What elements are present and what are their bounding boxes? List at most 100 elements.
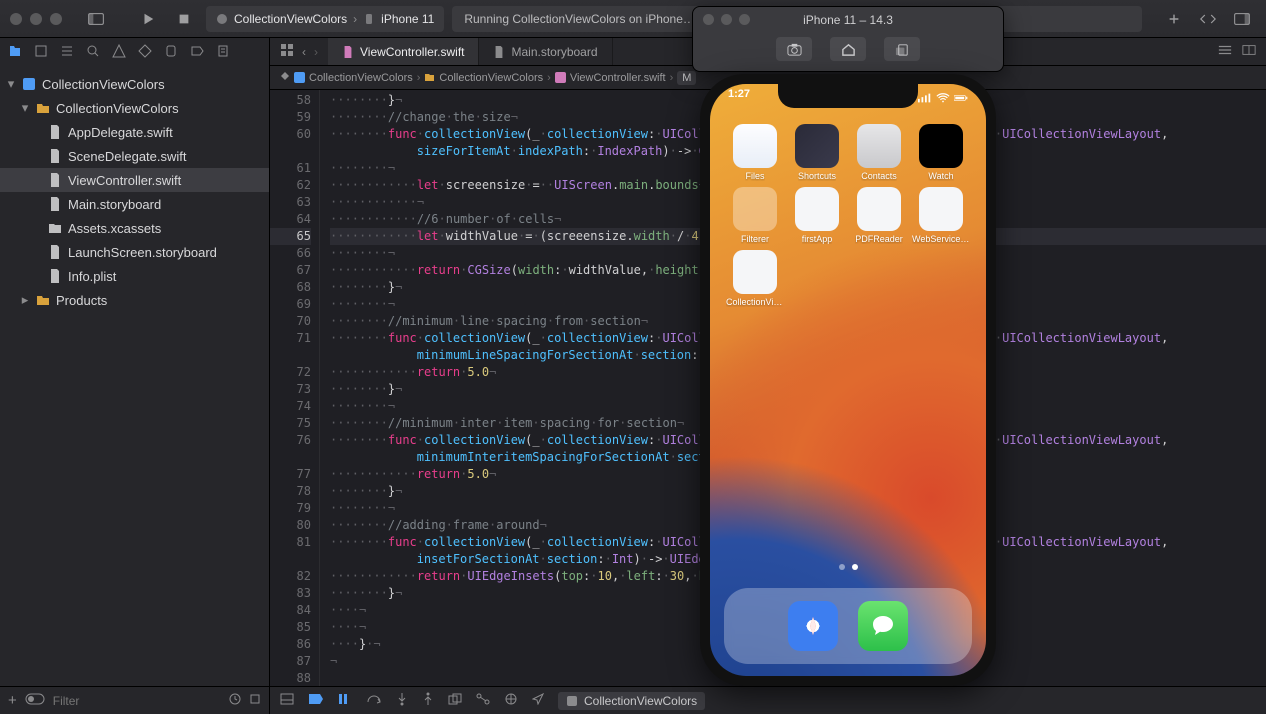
scm-filter-button[interactable] <box>25 693 45 708</box>
simulator-device-frame: 1:27 FilesShortcutsContactsWatch Filtere… <box>700 74 996 686</box>
page-indicator[interactable] <box>710 564 986 570</box>
library-add-button[interactable] <box>1160 8 1188 30</box>
scheme-target-label: CollectionViewColors <box>234 12 347 26</box>
symbol-navigator-tab[interactable] <box>60 44 74 61</box>
app-webserviceios[interactable]: WebServiceIOS <box>912 187 970 244</box>
rotate-button[interactable] <box>884 37 920 61</box>
project-navigator-tab[interactable] <box>8 44 22 61</box>
simulator-toolbar <box>693 33 1003 65</box>
file-appdelegate[interactable]: AppDelegate.swift <box>0 120 269 144</box>
app-contacts[interactable]: Contacts <box>850 124 908 181</box>
file-assets[interactable]: Assets.xcassets <box>0 216 269 240</box>
app-files[interactable]: Files <box>726 124 784 181</box>
environment-overrides-button[interactable] <box>504 693 518 708</box>
disclosure-triangle-icon[interactable]: ▾ <box>20 100 30 116</box>
app-collectionview[interactable]: CollectionView… <box>726 250 784 307</box>
minimize-window-button[interactable] <box>30 13 42 25</box>
app-label: Watch <box>928 171 953 181</box>
code-review-button[interactable] <box>1194 8 1222 30</box>
sim-zoom-button[interactable] <box>739 14 750 25</box>
inspector-toggle-button[interactable] <box>1228 8 1256 30</box>
source-control-navigator-tab[interactable] <box>34 44 48 61</box>
tab-label: ViewController.swift <box>360 45 464 59</box>
sim-minimize-button[interactable] <box>721 14 732 25</box>
step-over-button[interactable] <box>366 693 382 708</box>
scm-status-filter-icon[interactable] <box>249 693 261 708</box>
debug-memory-graph-button[interactable] <box>476 693 490 708</box>
tab-viewcontroller[interactable]: ViewController.swift <box>328 38 479 65</box>
file-label: AppDelegate.swift <box>68 125 173 140</box>
products-group[interactable]: ▸ Products <box>0 288 269 312</box>
simulate-location-button[interactable] <box>532 693 544 708</box>
file-label: Main.storyboard <box>68 197 161 212</box>
file-launchscreenstoryboard[interactable]: LaunchScreen.storyboard <box>0 240 269 264</box>
close-window-button[interactable] <box>10 13 22 25</box>
file-infoplist[interactable]: Info.plist <box>0 264 269 288</box>
recent-filter-icon[interactable] <box>229 693 241 708</box>
file-label: LaunchScreen.storyboard <box>68 245 217 260</box>
app-watch[interactable]: Watch <box>912 124 970 181</box>
file-label: Info.plist <box>68 269 116 284</box>
group-label: CollectionViewColors <box>56 101 179 116</box>
file-mainstoryboard[interactable]: Main.storyboard <box>0 192 269 216</box>
sidebar-toggle-button[interactable] <box>82 8 110 30</box>
hide-debug-area-button[interactable] <box>280 693 294 708</box>
debug-process-label: CollectionViewColors <box>584 694 697 708</box>
tab-mainstoryboard[interactable]: Main.storyboard <box>479 38 612 65</box>
breakpoint-navigator-tab[interactable] <box>190 44 204 61</box>
breadcrumb-symbol-chip[interactable]: M <box>677 71 696 85</box>
app-icon <box>857 124 901 168</box>
disclosure-triangle-icon[interactable]: ▾ <box>6 76 16 92</box>
navigator-filter-bar: + <box>0 686 270 714</box>
stop-button[interactable] <box>170 8 198 30</box>
app-icon <box>795 124 839 168</box>
project-group[interactable]: ▾ CollectionViewColors <box>0 96 269 120</box>
debug-process-selector[interactable]: CollectionViewColors <box>558 692 705 710</box>
run-button[interactable] <box>134 8 162 30</box>
app-filterer[interactable]: Filterer <box>726 187 784 244</box>
app-shortcuts[interactable]: Shortcuts <box>788 124 846 181</box>
adjust-editor-button[interactable] <box>1242 43 1256 60</box>
step-out-button[interactable] <box>422 692 434 709</box>
project-root-label: CollectionViewColors <box>42 77 165 92</box>
home-button[interactable] <box>830 37 866 61</box>
navigator-filter-input[interactable] <box>53 694 221 708</box>
debug-view-hierarchy-button[interactable] <box>448 693 462 708</box>
file-viewcontroller[interactable]: ViewController.swift <box>0 168 269 192</box>
app-label: firstApp <box>802 234 833 244</box>
app-pdfreader[interactable]: PDFReader <box>850 187 908 244</box>
simulator-window[interactable]: iPhone 11 – 14.3 <box>692 6 1004 72</box>
screenshot-button[interactable] <box>776 37 812 61</box>
chevron-right-icon: › <box>353 12 357 26</box>
editor-options-button[interactable] <box>1218 43 1232 60</box>
report-navigator-tab[interactable] <box>216 44 230 61</box>
issue-navigator-tab[interactable] <box>112 44 126 61</box>
nav-forward-button[interactable]: › <box>314 45 318 59</box>
simulator-traffic-lights <box>703 14 750 25</box>
app-label: Files <box>745 171 764 181</box>
scheme-icon <box>216 13 228 25</box>
sim-close-button[interactable] <box>703 14 714 25</box>
add-button[interactable]: + <box>8 692 17 709</box>
dock-app-messages[interactable] <box>858 601 908 651</box>
step-into-button[interactable] <box>396 692 408 709</box>
simulator-screen[interactable]: 1:27 FilesShortcutsContactsWatch Filtere… <box>710 84 986 676</box>
project-root[interactable]: ▾ CollectionViewColors <box>0 72 269 96</box>
find-navigator-tab[interactable] <box>86 44 100 61</box>
page-dot <box>839 564 845 570</box>
disclosure-triangle-icon[interactable]: ▸ <box>20 292 30 308</box>
nav-back-button[interactable]: ‹ <box>302 45 306 59</box>
dock-app-safari[interactable] <box>788 601 838 651</box>
home-screen-apps: Files ShortcutsContacts Watch Filterer firs… <box>710 124 986 313</box>
battery-icon <box>954 93 968 103</box>
debug-navigator-tab[interactable] <box>164 44 178 61</box>
zoom-window-button[interactable] <box>50 13 62 25</box>
related-items-button[interactable] <box>280 43 294 60</box>
app-label: PDFReader <box>855 234 903 244</box>
app-firstapp[interactable]: firstApp <box>788 187 846 244</box>
scheme-selector[interactable]: CollectionViewColors › iPhone 11 <box>206 6 444 32</box>
breakpoints-toggle-button[interactable] <box>308 693 324 708</box>
file-scenedelegate[interactable]: SceneDelegate.swift <box>0 144 269 168</box>
continue-button[interactable] <box>338 693 352 708</box>
test-navigator-tab[interactable] <box>138 44 152 61</box>
